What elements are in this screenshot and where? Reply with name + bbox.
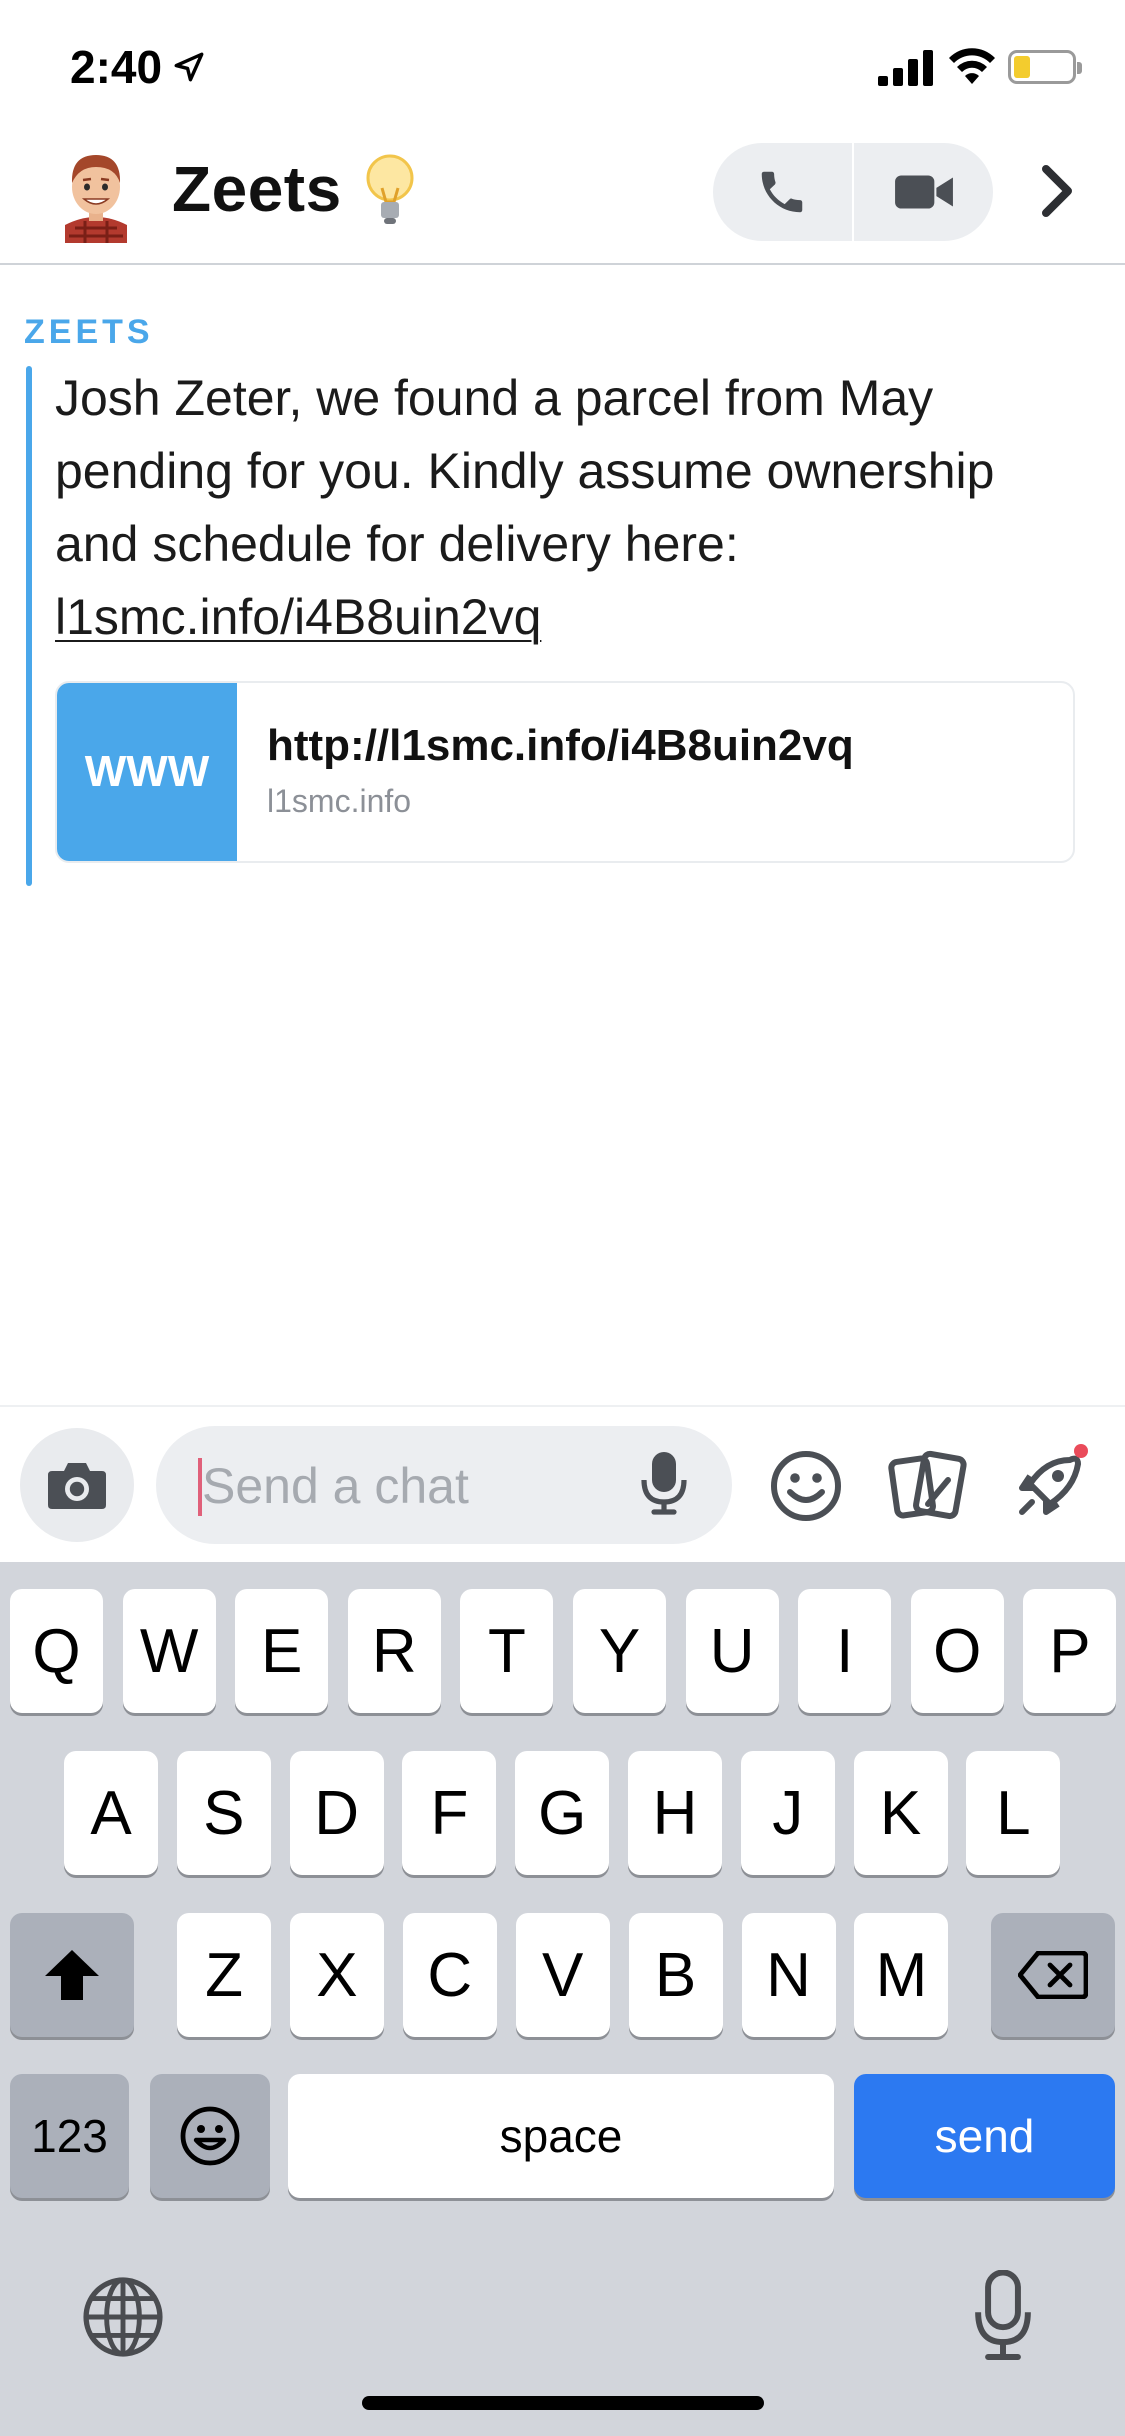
send-key[interactable]: send (854, 2074, 1115, 2198)
key-k[interactable]: K (853, 1751, 948, 1875)
dictation-microphone-icon[interactable] (973, 2270, 1033, 2362)
chevron-right-icon[interactable] (1038, 163, 1078, 219)
numbers-key[interactable]: 123 (10, 2074, 129, 2198)
key-m[interactable]: M (854, 1913, 949, 2037)
key-p[interactable]: P (1023, 1589, 1117, 1713)
link-preview-card[interactable]: www http://l1smc.info/i4B8uin2vq l1smc.i… (55, 681, 1075, 863)
message-body: Josh Zeter, we found a parcel from May p… (55, 370, 995, 572)
key-s[interactable]: S (176, 1751, 271, 1875)
key-u[interactable]: U (685, 1589, 779, 1713)
key-o[interactable]: O (910, 1589, 1004, 1713)
message-accent-bar (26, 366, 32, 886)
message-sender: ZEETS (24, 313, 154, 351)
chat-title[interactable]: Zeets (172, 152, 342, 226)
emoji-icon (180, 2106, 240, 2166)
wifi-icon (949, 48, 995, 84)
message-link[interactable]: l1smc.info/i4B8uin2vq (55, 589, 541, 645)
chat-title-text: Zeets (172, 153, 342, 225)
key-c[interactable]: C (402, 1913, 497, 2037)
key-e[interactable]: E (235, 1589, 329, 1713)
key-f[interactable]: F (402, 1751, 497, 1875)
microphone-icon[interactable] (640, 1450, 688, 1516)
link-preview-url: http://l1smc.info/i4B8uin2vq (267, 721, 854, 770)
key-y[interactable]: Y (573, 1589, 666, 1713)
space-key-label: space (499, 2110, 623, 2162)
bitmoji-smile-icon[interactable] (768, 1448, 844, 1524)
camera-button[interactable] (20, 1428, 134, 1542)
key-z[interactable]: Z (177, 1913, 271, 2037)
link-thumbnail-label: www (84, 747, 210, 796)
status-bar: 2:40 (0, 0, 1125, 135)
call-button-group (713, 143, 993, 241)
games-button[interactable] (1010, 1444, 1090, 1524)
link-preview-thumbnail: www (57, 683, 237, 861)
message-text[interactable]: Josh Zeter, we found a parcel from May p… (55, 362, 1085, 654)
key-h[interactable]: H (628, 1751, 722, 1875)
shift-key[interactable] (10, 1913, 134, 2037)
stickers-icon[interactable] (888, 1448, 968, 1524)
status-time: 2:40 (70, 41, 163, 93)
bitmoji-avatar[interactable] (55, 143, 137, 243)
video-camera-icon (894, 175, 953, 209)
video-call-button[interactable] (854, 143, 993, 241)
key-i[interactable]: I (798, 1589, 892, 1713)
key-b[interactable]: B (628, 1913, 723, 2037)
chat-input[interactable] (200, 1426, 634, 1546)
send-key-label: send (934, 2110, 1035, 2162)
globe-icon[interactable] (82, 2276, 164, 2358)
link-preview-domain: l1smc.info (267, 783, 412, 819)
key-v[interactable]: V (515, 1913, 610, 2037)
key-j[interactable]: J (740, 1751, 835, 1875)
key-g[interactable]: G (515, 1751, 610, 1875)
phone-icon (762, 171, 803, 213)
key-d[interactable]: D (289, 1751, 384, 1875)
space-key[interactable]: space (288, 2074, 834, 2198)
camera-icon (48, 1463, 106, 1509)
numbers-key-label: 123 (31, 2110, 108, 2162)
emoji-key[interactable] (150, 2074, 270, 2198)
voice-call-button[interactable] (713, 143, 852, 241)
key-t[interactable]: T (460, 1589, 554, 1713)
key-a[interactable]: A (64, 1751, 158, 1875)
shift-icon (45, 1950, 99, 2000)
lightbulb-emoji-icon (366, 154, 414, 224)
home-indicator (362, 2396, 764, 2410)
location-arrow-icon (174, 52, 204, 82)
keyboard: 123 space send QWERTYUIOP ASDFGHJKL ZXCVBN… (0, 1562, 1125, 2436)
backspace-icon (1018, 1951, 1088, 1999)
key-l[interactable]: L (966, 1751, 1061, 1875)
key-x[interactable]: X (289, 1913, 384, 2037)
key-w[interactable]: W (122, 1589, 216, 1713)
text-caret (198, 1458, 202, 1516)
key-r[interactable]: R (347, 1589, 441, 1713)
key-n[interactable]: N (741, 1913, 836, 2037)
battery-low-icon (1008, 50, 1082, 84)
notification-dot (1074, 1444, 1088, 1458)
delete-key[interactable] (991, 1913, 1115, 2037)
cellular-signal-icon (878, 50, 933, 86)
key-q[interactable]: Q (10, 1589, 103, 1713)
